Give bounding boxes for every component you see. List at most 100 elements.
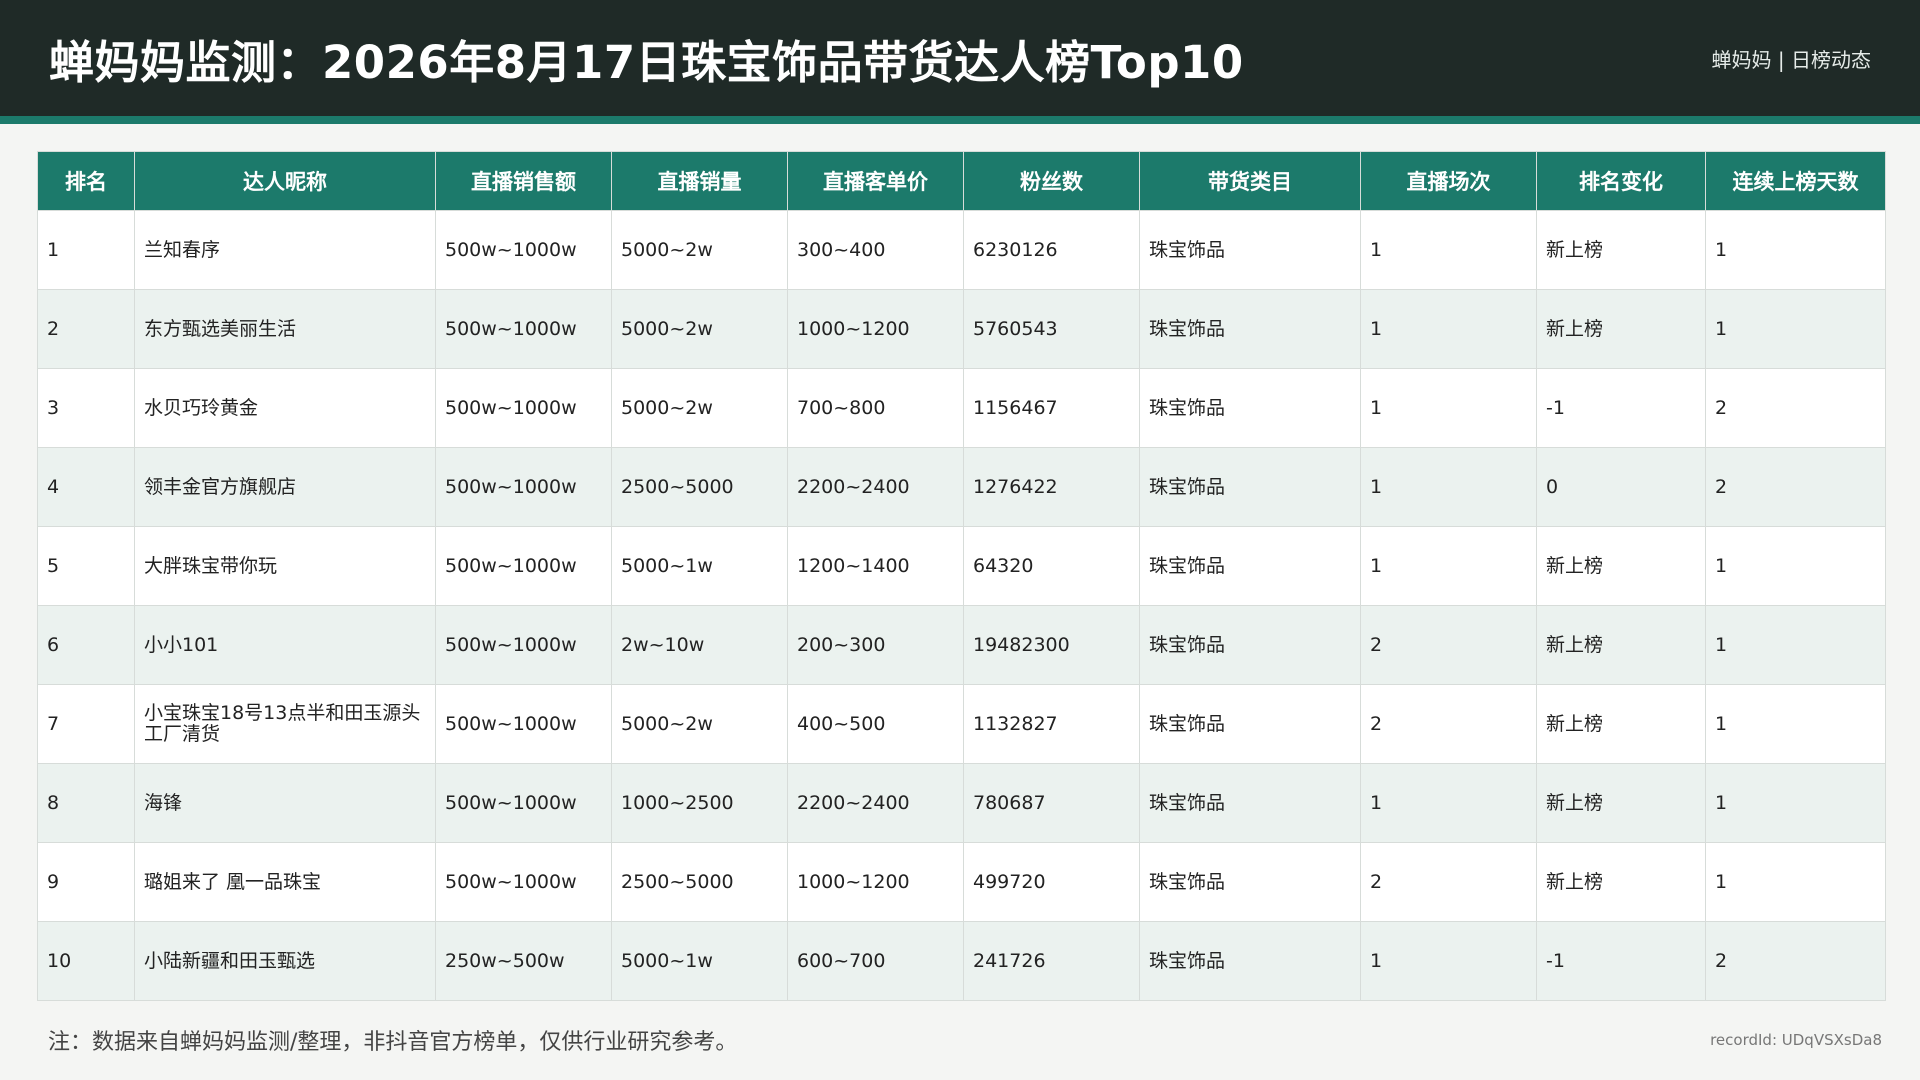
page-title: 蝉妈妈监测：2026年8月17日珠宝饰品带货达人榜Top10 xyxy=(49,35,1244,89)
followers-cell: 499720 xyxy=(963,842,1140,922)
category-cell: 珠宝饰品 xyxy=(1139,842,1361,922)
table-row[interactable]: 3 水贝巧玲黄金 500w~1000w 5000~2w 700~800 1156467 珠宝… xyxy=(37,368,1886,448)
sales-volume-cell: 2500~5000 xyxy=(611,842,788,922)
unit-price-cell: 400~500 xyxy=(787,684,964,764)
category-cell: 珠宝饰品 xyxy=(1139,605,1361,685)
table-row[interactable]: 2 东方甄选美丽生活 500w~1000w 5000~2w 1000~1200 57605… xyxy=(37,289,1886,369)
column-header[interactable]: 直播销售额 xyxy=(435,151,612,211)
sales-amount-cell: 500w~1000w xyxy=(435,684,612,764)
sales-amount-cell: 500w~1000w xyxy=(435,763,612,843)
rank-cell: 10 xyxy=(37,921,135,1001)
page-header: 蝉妈妈监测：2026年8月17日珠宝饰品带货达人榜Top10 蝉妈妈 | 日榜动… xyxy=(0,0,1920,116)
category-cell: 珠宝饰品 xyxy=(1139,368,1361,448)
sales-amount-cell: 500w~1000w xyxy=(435,289,612,369)
sales-volume-cell: 5000~2w xyxy=(611,210,788,290)
followers-cell: 1276422 xyxy=(963,447,1140,527)
rank-change-cell: 新上榜 xyxy=(1536,763,1706,843)
nickname-cell: 领丰金官方旗舰店 xyxy=(134,447,436,527)
column-header[interactable]: 直播客单价 xyxy=(787,151,964,211)
streak-days-cell: 2 xyxy=(1705,447,1886,527)
streak-days-cell: 1 xyxy=(1705,605,1886,685)
nickname-cell: 海锋 xyxy=(134,763,436,843)
column-header[interactable]: 连续上榜天数 xyxy=(1705,151,1886,211)
table-row[interactable]: 8 海锋 500w~1000w 1000~2500 2200~2400 780687 珠宝饰… xyxy=(37,763,1886,843)
table-row[interactable]: 5 大胖珠宝带你玩 500w~1000w 5000~1w 1200~1400 64320 珠… xyxy=(37,526,1886,606)
column-header[interactable]: 排名变化 xyxy=(1536,151,1706,211)
rank-change-cell: 新上榜 xyxy=(1536,842,1706,922)
ranking-table-container: 排名 达人昵称 直播销售额 直播销量 直播客单价 粉丝数 带货类目 直播场次 排… xyxy=(37,151,1886,1001)
table-body: 1 兰知春序 500w~1000w 5000~2w 300~400 6230126 珠宝饰品… xyxy=(37,210,1886,1001)
column-header[interactable]: 达人昵称 xyxy=(134,151,436,211)
rank-change-cell: -1 xyxy=(1536,368,1706,448)
streak-days-cell: 1 xyxy=(1705,526,1886,606)
sales-amount-cell: 500w~1000w xyxy=(435,368,612,448)
column-header[interactable]: 直播销量 xyxy=(611,151,788,211)
sales-amount-cell: 500w~1000w xyxy=(435,526,612,606)
sales-volume-cell: 1000~2500 xyxy=(611,763,788,843)
nickname-cell: 小宝珠宝18号13点半和田玉源头工厂清货 xyxy=(134,684,436,764)
sales-amount-cell: 250w~500w xyxy=(435,921,612,1001)
sales-volume-cell: 5000~1w xyxy=(611,526,788,606)
followers-cell: 64320 xyxy=(963,526,1140,606)
table-row[interactable]: 7 小宝珠宝18号13点半和田玉源头工厂清货 500w~1000w 5000~2w 40… xyxy=(37,684,1886,764)
rank-cell: 3 xyxy=(37,368,135,448)
column-header[interactable]: 带货类目 xyxy=(1139,151,1361,211)
sales-amount-cell: 500w~1000w xyxy=(435,842,612,922)
table-row[interactable]: 1 兰知春序 500w~1000w 5000~2w 300~400 6230126 珠宝饰品… xyxy=(37,210,1886,290)
column-header[interactable]: 排名 xyxy=(37,151,135,211)
sales-amount-cell: 500w~1000w xyxy=(435,605,612,685)
category-cell: 珠宝饰品 xyxy=(1139,921,1361,1001)
rank-cell: 1 xyxy=(37,210,135,290)
sales-volume-cell: 2w~10w xyxy=(611,605,788,685)
column-header[interactable]: 直播场次 xyxy=(1360,151,1537,211)
sales-amount-cell: 500w~1000w xyxy=(435,447,612,527)
unit-price-cell: 1200~1400 xyxy=(787,526,964,606)
footnote: 注：数据来自蝉妈妈监测/整理，非抖音官方榜单，仅供行业研究参考。 xyxy=(48,1030,738,1055)
table-row[interactable]: 10 小陆新疆和田玉甄选 250w~500w 5000~1w 600~700 241726… xyxy=(37,921,1886,1001)
rank-cell: 9 xyxy=(37,842,135,922)
sales-volume-cell: 5000~2w xyxy=(611,684,788,764)
followers-cell: 6230126 xyxy=(963,210,1140,290)
category-cell: 珠宝饰品 xyxy=(1139,684,1361,764)
unit-price-cell: 1000~1200 xyxy=(787,842,964,922)
followers-cell: 1132827 xyxy=(963,684,1140,764)
sales-volume-cell: 2500~5000 xyxy=(611,447,788,527)
table-row[interactable]: 4 领丰金官方旗舰店 500w~1000w 2500~5000 2200~2400 127… xyxy=(37,447,1886,527)
followers-cell: 1156467 xyxy=(963,368,1140,448)
rank-cell: 2 xyxy=(37,289,135,369)
sessions-cell: 1 xyxy=(1360,763,1537,843)
category-cell: 珠宝饰品 xyxy=(1139,447,1361,527)
page-footer: 注：数据来自蝉妈妈监测/整理，非抖音官方榜单，仅供行业研究参考。 recordI… xyxy=(48,1024,1882,1056)
streak-days-cell: 1 xyxy=(1705,684,1886,764)
table-row[interactable]: 9 璐姐来了 凰一品珠宝 500w~1000w 2500~5000 1000~1200 4… xyxy=(37,842,1886,922)
unit-price-cell: 300~400 xyxy=(787,210,964,290)
unit-price-cell: 200~300 xyxy=(787,605,964,685)
unit-price-cell: 700~800 xyxy=(787,368,964,448)
column-header[interactable]: 粉丝数 xyxy=(963,151,1140,211)
streak-days-cell: 2 xyxy=(1705,921,1886,1001)
sales-volume-cell: 5000~2w xyxy=(611,289,788,369)
followers-cell: 5760543 xyxy=(963,289,1140,369)
sessions-cell: 1 xyxy=(1360,289,1537,369)
rank-cell: 8 xyxy=(37,763,135,843)
table-row[interactable]: 6 小小101 500w~1000w 2w~10w 200~300 19482300 珠宝饰… xyxy=(37,605,1886,685)
rank-change-cell: -1 xyxy=(1536,921,1706,1001)
rank-change-cell: 新上榜 xyxy=(1536,289,1706,369)
sessions-cell: 1 xyxy=(1360,921,1537,1001)
rank-change-cell: 新上榜 xyxy=(1536,605,1706,685)
nickname-cell: 东方甄选美丽生活 xyxy=(134,289,436,369)
rank-cell: 5 xyxy=(37,526,135,606)
followers-cell: 19482300 xyxy=(963,605,1140,685)
sales-volume-cell: 5000~2w xyxy=(611,368,788,448)
nickname-cell: 兰知春序 xyxy=(134,210,436,290)
category-cell: 珠宝饰品 xyxy=(1139,289,1361,369)
category-cell: 珠宝饰品 xyxy=(1139,526,1361,606)
unit-price-cell: 2200~2400 xyxy=(787,447,964,527)
streak-days-cell: 1 xyxy=(1705,763,1886,843)
unit-price-cell: 600~700 xyxy=(787,921,964,1001)
nickname-cell: 小小101 xyxy=(134,605,436,685)
unit-price-cell: 2200~2400 xyxy=(787,763,964,843)
streak-days-cell: 1 xyxy=(1705,842,1886,922)
sessions-cell: 1 xyxy=(1360,368,1537,448)
streak-days-cell: 1 xyxy=(1705,289,1886,369)
